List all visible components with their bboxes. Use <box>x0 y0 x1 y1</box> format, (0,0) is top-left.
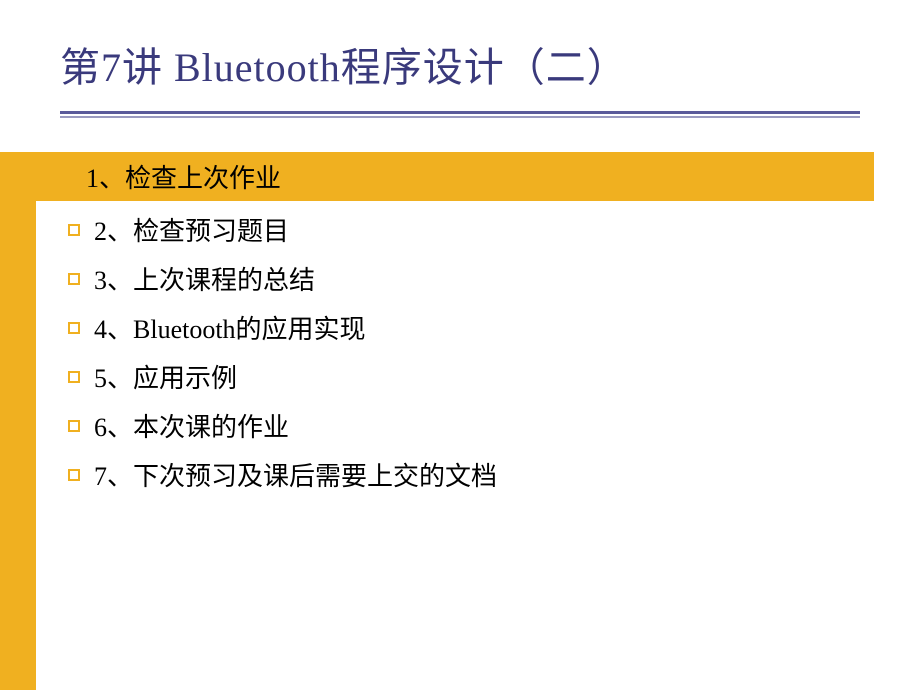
list-item-text: 2、检查预习题目 <box>94 211 289 248</box>
list-item-text: 5、应用示例 <box>94 358 237 395</box>
title-underline <box>60 111 860 118</box>
list-item: 6、本次课的作业 <box>36 401 920 450</box>
slide-title: 第7讲 Bluetooth程序设计（二） <box>60 35 920 93</box>
list-item: 4、Bluetooth的应用实现 <box>36 303 920 352</box>
list-item-text: 4、Bluetooth的应用实现 <box>94 309 366 346</box>
title-section: 第7讲 Bluetooth程序设计（二） <box>0 0 920 118</box>
bullet-icon <box>68 322 80 334</box>
list-item: 7、下次预习及课后需要上交的文档 <box>36 450 920 499</box>
underline-thin <box>60 116 860 118</box>
bullet-icon <box>68 273 80 285</box>
highlighted-list-item: 1、检查上次作业 <box>36 152 874 201</box>
list-item-text: 3、上次课程的总结 <box>94 260 315 297</box>
list-item-text: 7、下次预习及课后需要上交的文档 <box>94 456 497 493</box>
list-item-text: 6、本次课的作业 <box>94 407 289 444</box>
bullet-icon <box>68 420 80 432</box>
slide-container: 第7讲 Bluetooth程序设计（二） 1、检查上次作业 2、检查预习题目 3… <box>0 0 920 690</box>
bullet-icon <box>68 371 80 383</box>
list-item: 2、检查预习题目 <box>36 205 920 254</box>
left-sidebar-accent <box>0 152 36 690</box>
list-item: 5、应用示例 <box>36 352 920 401</box>
list-items-container: 2、检查预习题目 3、上次课程的总结 4、Bluetooth的应用实现 5、应用… <box>36 201 920 499</box>
bullet-icon <box>68 469 80 481</box>
content-area: 1、检查上次作业 2、检查预习题目 3、上次课程的总结 4、Bluetooth的… <box>36 152 920 499</box>
bullet-icon <box>68 224 80 236</box>
underline-thick <box>60 111 860 114</box>
list-item: 3、上次课程的总结 <box>36 254 920 303</box>
